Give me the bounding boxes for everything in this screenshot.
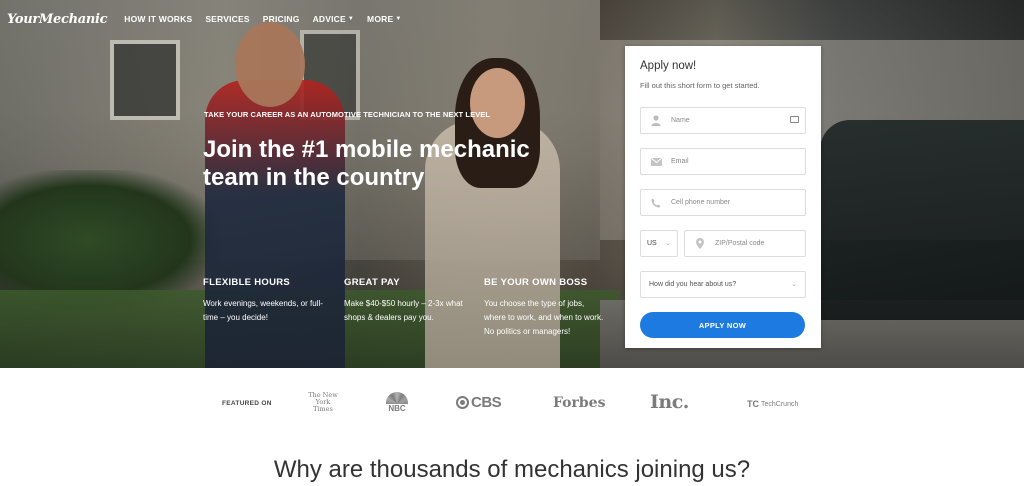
- name-placeholder: Name: [671, 117, 690, 124]
- hero-eyebrow: TAKE YOUR CAREER AS AN AUTOMOTIVE TECHNI…: [204, 110, 491, 119]
- nbc-wordmark: NBC: [388, 404, 406, 413]
- name-field[interactable]: Name: [640, 107, 806, 134]
- background-car: [820, 120, 1024, 320]
- nav-label: HOW IT WORKS: [124, 14, 193, 24]
- nav-services[interactable]: SERVICES: [205, 14, 249, 24]
- envelope-icon: [641, 157, 671, 166]
- hero-headline: Join the #1 mobile mechanic team in the …: [203, 136, 530, 191]
- apply-form-card: Apply now! Fill out this short form to g…: [625, 46, 821, 348]
- nyt-logo: The New York Times: [308, 391, 338, 413]
- nav-pricing[interactable]: PRICING: [263, 14, 300, 24]
- email-field[interactable]: Email: [640, 148, 806, 175]
- referral-select[interactable]: How did you hear about us? ⌄: [640, 271, 806, 298]
- cbs-eye-icon: [456, 396, 469, 409]
- feature-desc: Work evenings, weekends, or full-time – …: [203, 299, 323, 322]
- background-window: [110, 40, 180, 120]
- apply-now-button[interactable]: APPLY NOW: [640, 312, 805, 338]
- featured-on-bar: FEATURED ON The New York Times NBC CBS F…: [0, 368, 1024, 438]
- feature-great-pay: GREAT PAY Make $40-$50 hourly – 2-3x wha…: [344, 277, 469, 325]
- feature-be-your-own-boss: BE YOUR OWN BOSS You choose the type of …: [484, 277, 606, 339]
- phone-field[interactable]: Cell phone number: [640, 189, 806, 216]
- feature-title: FLEXIBLE HOURS: [203, 277, 291, 288]
- form-title: Apply now!: [640, 60, 697, 72]
- person-icon: [641, 115, 671, 126]
- nav-label: SERVICES: [205, 14, 250, 24]
- zip-field[interactable]: ZIP/Postal code: [684, 230, 806, 257]
- techcrunch-logo: TC TechCrunch: [747, 399, 798, 409]
- nav-more[interactable]: MORE ▼: [367, 14, 401, 24]
- zip-placeholder: ZIP/Postal code: [715, 240, 765, 247]
- caret-down-icon: ▼: [395, 16, 402, 22]
- hero-section: YourMechanic HOW IT WORKS SERVICES PRICI…: [0, 0, 1024, 368]
- forbes-logo: Forbes: [553, 395, 606, 411]
- feature-flexible-hours: FLEXIBLE HOURS Work evenings, weekends, …: [203, 277, 328, 325]
- techcrunch-mark-icon: TC: [747, 399, 759, 409]
- nav-how-it-works[interactable]: HOW IT WORKS: [124, 14, 192, 24]
- feature-desc: You choose the type of jobs, where to wo…: [484, 299, 604, 336]
- cbs-wordmark: CBS: [471, 394, 502, 411]
- phone-icon: [641, 198, 671, 208]
- feature-title: GREAT PAY: [344, 277, 400, 288]
- feature-title: BE YOUR OWN BOSS: [484, 277, 588, 288]
- map-pin-icon: [685, 238, 715, 249]
- nav-label: PRICING: [262, 14, 300, 24]
- referral-placeholder: How did you hear about us?: [649, 281, 737, 288]
- feature-desc: Make $40-$50 hourly – 2-3x what shops & …: [344, 299, 463, 322]
- cbs-logo: CBS: [456, 394, 502, 411]
- country-value: US: [647, 240, 657, 247]
- caret-down-icon: ▼: [347, 16, 355, 22]
- nav-advice[interactable]: ADVICE ▼: [313, 14, 354, 24]
- inc-logo: Inc.: [650, 391, 689, 413]
- section-title: Why are thousands of mechanics joining u…: [273, 456, 751, 483]
- nbc-peacock-icon: [386, 392, 408, 404]
- featured-label: FEATURED ON: [222, 400, 272, 407]
- logo[interactable]: YourMechanic: [7, 12, 108, 27]
- contact-card-icon: [790, 116, 799, 123]
- nbc-logo: NBC: [385, 392, 409, 413]
- background-bushes: [0, 170, 220, 310]
- top-nav: YourMechanic HOW IT WORKS SERVICES PRICI…: [0, 0, 1024, 38]
- nav-label: MORE: [367, 14, 394, 24]
- form-subtitle: Fill out this short form to get started.: [640, 81, 760, 90]
- country-select[interactable]: US ⌄: [640, 230, 678, 257]
- nav-label: ADVICE: [312, 14, 346, 24]
- phone-placeholder: Cell phone number: [671, 199, 731, 206]
- chevron-down-icon: ⌄: [791, 281, 797, 288]
- chevron-down-icon: ⌄: [665, 240, 671, 247]
- email-placeholder: Email: [671, 158, 689, 165]
- country-zip-row: US ⌄ ZIP/Postal code: [640, 230, 806, 257]
- techcrunch-wordmark: TechCrunch: [761, 400, 799, 408]
- photo-customer-face: [470, 68, 525, 138]
